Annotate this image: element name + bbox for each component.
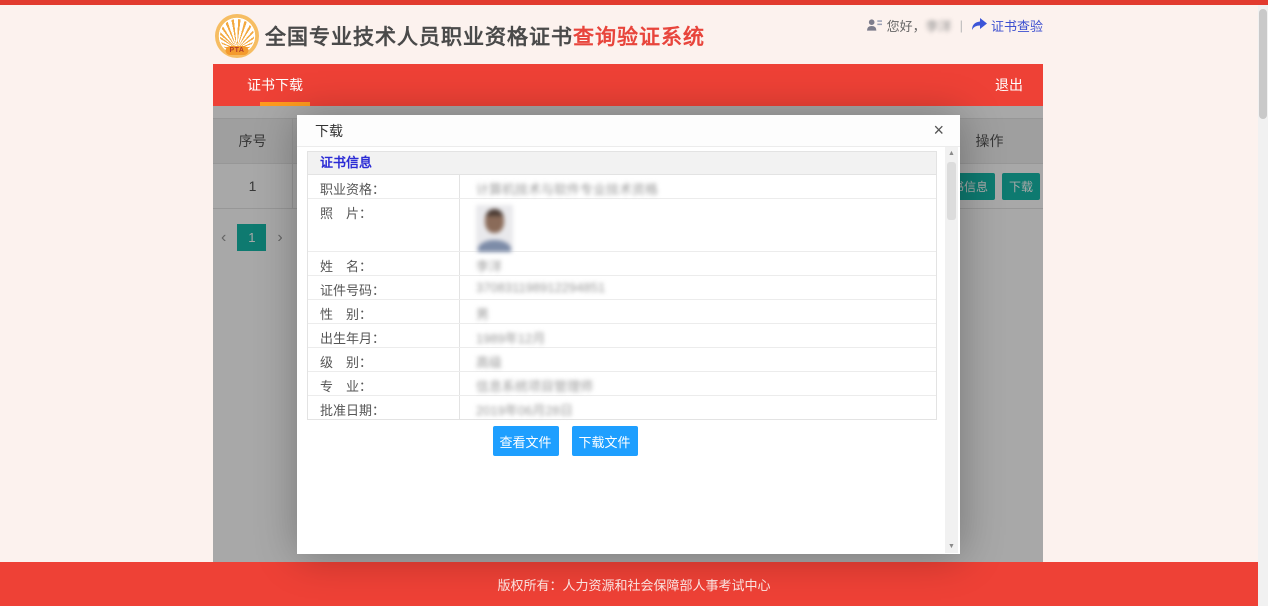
- nav-item-certificate-download[interactable]: 证书下载: [233, 64, 317, 106]
- section-title: 证书信息: [308, 152, 936, 175]
- certificate-info-table: 证书信息 职业资格： 计算机技术与软件专业技术资格 照 片： 姓 名： 李洋 证…: [307, 151, 937, 420]
- nav-bar: 证书下载 退出: [213, 64, 1043, 106]
- field-row-birth: 出生年月： 1989年12月: [308, 324, 936, 348]
- copyright-text: 版权所有：人力资源和社会保障部人事考试中心: [497, 575, 770, 594]
- username: 李洋: [926, 16, 952, 35]
- field-row-qualification: 职业资格： 计算机技术与软件专业技术资格: [308, 175, 936, 199]
- share-arrow-icon: [971, 18, 987, 32]
- pta-logo-icon: PTA: [215, 14, 259, 58]
- field-value: 信息系统项目管理师: [460, 372, 936, 395]
- field-value: 计算机技术与软件专业技术资格: [460, 175, 936, 198]
- modal-scrollbar-thumb[interactable]: [947, 162, 956, 220]
- field-value-photo: [460, 199, 936, 251]
- field-value: 李洋: [460, 252, 936, 275]
- greeting-text: 您好，: [887, 16, 926, 35]
- field-label: 证件号码：: [308, 276, 460, 299]
- download-file-button[interactable]: 下载文件: [572, 426, 638, 456]
- portrait-photo: [476, 205, 513, 252]
- logout-button[interactable]: 退出: [991, 64, 1027, 106]
- site-title-main: 全国专业技术人员职业资格证书: [265, 26, 573, 49]
- field-value: 男: [460, 300, 936, 323]
- field-label: 姓 名：: [308, 252, 460, 275]
- field-label: 性 别：: [308, 300, 460, 323]
- modal-title: 下载: [315, 123, 343, 139]
- top-accent-strip: [0, 0, 1268, 5]
- separator: |: [960, 18, 963, 33]
- field-row-name: 姓 名： 李洋: [308, 252, 936, 276]
- user-area: 您好， 李洋 | 证书查验: [867, 15, 1043, 35]
- field-row-approval-date: 批准日期： 2019年06月28日: [308, 396, 936, 419]
- page-scrollbar-thumb[interactable]: [1259, 9, 1267, 119]
- logo-label: PTA: [226, 46, 249, 55]
- download-modal: 下载 × 证书信息 职业资格： 计算机技术与软件专业技术资格 照 片： 姓 名：…: [297, 115, 960, 554]
- modal-button-row: 查看文件 下载文件: [250, 426, 880, 456]
- modal-body: 证书信息 职业资格： 计算机技术与软件专业技术资格 照 片： 姓 名： 李洋 证…: [297, 147, 960, 553]
- scroll-down-icon[interactable]: ▼: [945, 543, 958, 550]
- nav-item-label: 证书下载: [247, 77, 303, 93]
- site-title-accent: 查询验证系统: [573, 26, 705, 49]
- field-row-level: 级 别： 高级: [308, 348, 936, 372]
- view-file-button[interactable]: 查看文件: [493, 426, 559, 456]
- field-value: 1989年12月: [460, 324, 936, 347]
- field-value: 2019年06月28日: [460, 396, 936, 419]
- page-scrollbar[interactable]: [1258, 5, 1268, 606]
- field-label: 级 别：: [308, 348, 460, 371]
- verify-link-label: 证书查验: [991, 16, 1043, 35]
- logout-label: 退出: [995, 77, 1023, 93]
- field-label: 出生年月：: [308, 324, 460, 347]
- field-row-id-number: 证件号码： 370831198912294851: [308, 276, 936, 300]
- brand: PTA 全国专业技术人员职业资格证书查询验证系统: [215, 14, 705, 58]
- field-value: 高级: [460, 348, 936, 371]
- field-label: 专 业：: [308, 372, 460, 395]
- scroll-up-icon[interactable]: ▲: [945, 150, 958, 157]
- field-label: 职业资格：: [308, 175, 460, 198]
- field-row-photo: 照 片：: [308, 199, 936, 252]
- site-title: 全国专业技术人员职业资格证书查询验证系统: [265, 21, 705, 51]
- field-label: 批准日期：: [308, 396, 460, 419]
- close-icon[interactable]: ×: [929, 115, 948, 147]
- user-icon: [867, 18, 882, 32]
- field-row-gender: 性 别： 男: [308, 300, 936, 324]
- field-label: 照 片：: [308, 199, 460, 251]
- field-value: 370831198912294851: [460, 276, 936, 299]
- field-row-specialty: 专 业： 信息系统项目管理师: [308, 372, 936, 396]
- modal-scrollbar[interactable]: ▲ ▼: [945, 147, 958, 553]
- modal-titlebar: 下载 ×: [297, 115, 960, 147]
- certificate-verify-link[interactable]: 证书查验: [971, 16, 1043, 35]
- header: PTA 全国专业技术人员职业资格证书查询验证系统 您好， 李洋 | 证书查验: [213, 12, 1043, 64]
- footer: 版权所有：人力资源和社会保障部人事考试中心: [0, 562, 1268, 606]
